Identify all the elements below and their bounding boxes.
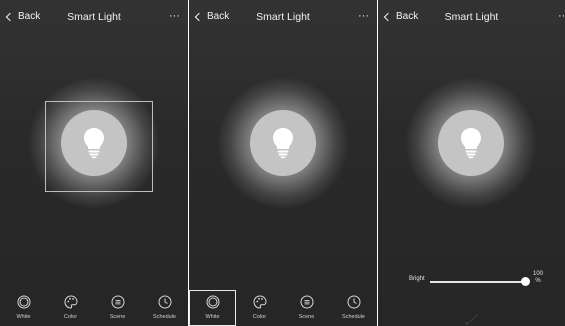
bottom-tab-bar: White Color Scene Schedule bbox=[0, 290, 188, 326]
chevron-down-icon[interactable] bbox=[465, 312, 478, 325]
more-menu-button[interactable]: ··· bbox=[169, 10, 180, 22]
tab-color[interactable]: Color bbox=[236, 290, 283, 326]
tab-label: Scene bbox=[298, 314, 315, 320]
app-header: Back Smart Light ··· bbox=[0, 0, 188, 36]
tab-white[interactable]: White bbox=[0, 290, 47, 326]
palette-icon bbox=[252, 295, 267, 309]
power-toggle-button[interactable] bbox=[61, 110, 127, 176]
clock-icon bbox=[158, 295, 171, 309]
brightness-label: Bright bbox=[409, 276, 425, 282]
palette-icon bbox=[63, 295, 78, 309]
brightness-value: 100 % bbox=[533, 271, 543, 285]
tab-label: White bbox=[205, 314, 220, 320]
brightness-slider-row: Bright 100 % bbox=[378, 271, 565, 292]
screenshot-strip: Back Smart Light ··· White Color Scene S… bbox=[0, 0, 565, 326]
app-header: Back Smart Light ··· bbox=[378, 0, 565, 36]
brightness-slider-track[interactable] bbox=[430, 281, 525, 283]
phone-screen-1: Back Smart Light ··· White Color Scene S… bbox=[0, 0, 188, 326]
more-menu-button[interactable]: ··· bbox=[558, 10, 565, 22]
tab-label: Schedule bbox=[342, 314, 365, 320]
lightbulb-icon bbox=[461, 128, 481, 159]
tab-schedule[interactable]: Schedule bbox=[330, 290, 377, 326]
tab-label: Scene bbox=[109, 314, 126, 320]
brightness-number: 100 bbox=[533, 271, 544, 277]
lightbulb-icon bbox=[84, 128, 104, 159]
tab-schedule[interactable]: Schedule bbox=[141, 290, 188, 326]
page-title: Smart Light bbox=[67, 11, 121, 23]
tab-scene[interactable]: Scene bbox=[94, 290, 141, 326]
bottom-tab-bar: White Color Scene Schedule bbox=[189, 290, 377, 326]
power-toggle-button[interactable] bbox=[438, 110, 504, 176]
phone-screen-3: Back Smart Light ··· Bright 100 % bbox=[378, 0, 565, 326]
tab-label: Schedule bbox=[153, 314, 176, 320]
lightbulb-icon bbox=[273, 128, 293, 159]
tab-label: Color bbox=[252, 314, 267, 320]
tab-scene[interactable]: Scene bbox=[283, 290, 330, 326]
tab-color[interactable]: Color bbox=[47, 290, 94, 326]
brightness-slider-thumb[interactable] bbox=[521, 277, 530, 286]
page-title: Smart Light bbox=[256, 11, 310, 23]
scene-icon bbox=[111, 295, 124, 309]
page-title: Smart Light bbox=[444, 11, 499, 23]
brightness-unit: % bbox=[535, 278, 541, 284]
more-menu-button[interactable]: ··· bbox=[358, 10, 369, 22]
ring-icon bbox=[206, 295, 219, 309]
clock-icon bbox=[347, 295, 360, 309]
tab-label: White bbox=[16, 314, 31, 320]
ring-icon bbox=[17, 295, 30, 309]
tab-white[interactable]: White bbox=[189, 290, 236, 326]
tab-label: Color bbox=[63, 314, 78, 320]
phone-screen-2: Back Smart Light ··· White Color Scene S… bbox=[189, 0, 377, 326]
scene-icon bbox=[300, 295, 313, 309]
power-toggle-button[interactable] bbox=[250, 110, 316, 176]
app-header: Back Smart Light ··· bbox=[189, 0, 377, 36]
